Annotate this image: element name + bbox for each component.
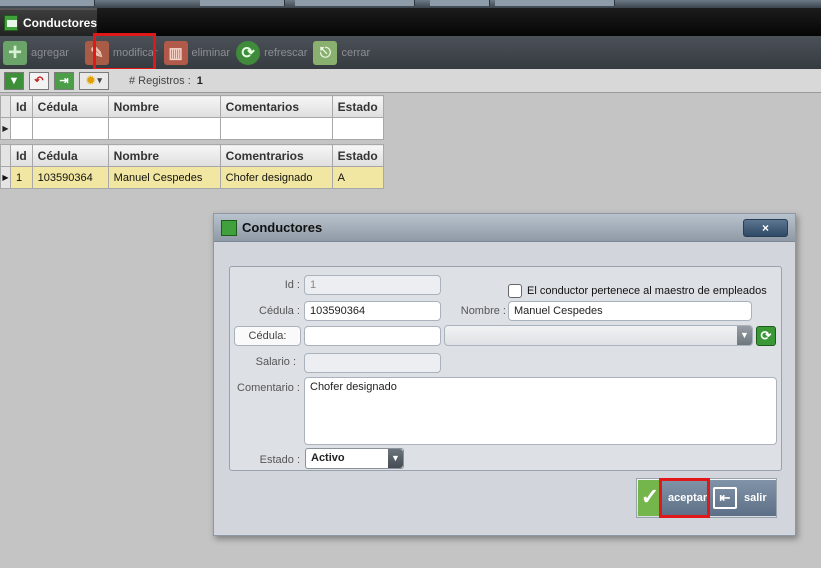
cedula-search-input[interactable] [304, 326, 441, 346]
top-window-strip [0, 0, 821, 8]
id-label: Id : [284, 279, 300, 291]
employee-checkbox-label: El conductor pertenece al maestro de emp… [527, 285, 767, 297]
cedula-label: Cédula : [259, 305, 300, 317]
col-header-estado[interactable]: Estado [331, 144, 384, 167]
tab-title: Conductores [22, 16, 97, 30]
cell-cedula[interactable]: 103590364 [31, 166, 109, 189]
comentario-label: Comentario : [237, 382, 300, 394]
records-label: # Registros : [129, 74, 191, 87]
browser-tab[interactable] [295, 0, 415, 6]
exit-door-icon: ⎋ [313, 40, 338, 65]
delete-button[interactable]: ▥ eliminar [161, 36, 234, 69]
close-label: cerrar [341, 46, 371, 59]
employee-combo[interactable]: ▼ [444, 325, 753, 346]
export-icon[interactable]: ⇥ [54, 71, 74, 90]
browser-tab[interactable] [200, 0, 285, 6]
title-bar [0, 8, 821, 36]
plus-icon: + [3, 39, 27, 66]
filter-cell-nombre[interactable] [107, 117, 221, 140]
chevron-down-icon[interactable]: ▼ [388, 449, 403, 468]
filter-icon[interactable]: ▼ [4, 71, 24, 90]
cell-estado[interactable]: A [331, 166, 384, 189]
highlight-box-aceptar [659, 478, 710, 518]
highlight-box-modificar [93, 33, 156, 71]
cell-comentarios[interactable]: Chofer designado [219, 166, 333, 189]
row-marker-header [0, 144, 11, 167]
lightbulb-icon[interactable]: ✹ [79, 71, 109, 90]
comentario-textarea[interactable]: Chofer designado [304, 377, 777, 445]
chevron-down-icon[interactable]: ▼ [737, 326, 752, 345]
row-pointer-icon: ▶ [0, 166, 11, 189]
estado-label: Estado : [259, 454, 300, 466]
app-icon [4, 15, 18, 31]
refresh-label: refrescar [264, 46, 308, 59]
salario-field[interactable] [304, 353, 441, 373]
add-button[interactable]: + agregar [0, 36, 72, 69]
cell-id[interactable]: 1 [10, 166, 33, 189]
delete-label: eliminar [191, 46, 231, 59]
filter-row[interactable]: ▶ [0, 117, 384, 140]
cedula-field[interactable]: 103590364 [304, 301, 441, 321]
refresh-icon: ⟳ [236, 40, 261, 65]
filter-grid: Id Cédula Nombre Comentarios Estado ▶ [0, 95, 384, 140]
table-row[interactable]: ▶ 1 103590364 Manuel Cespedes Chofer des… [0, 166, 384, 189]
close-button[interactable]: ⎋ cerrar [310, 36, 373, 69]
grid-toolbar: ▼ ↶ ⇥ ✹ # Registros : 1 [0, 69, 821, 93]
col-header-estado[interactable]: Estado [331, 95, 384, 118]
estado-select[interactable]: Activo ▼ [305, 448, 404, 469]
estado-value: Activo [311, 452, 345, 464]
cedula-search-label[interactable]: Cédula: [234, 326, 301, 346]
dialog-close-button[interactable]: × [743, 219, 788, 237]
app-icon [221, 219, 237, 236]
col-header-id[interactable]: Id [10, 95, 33, 118]
dialog-title: Conductores [242, 220, 323, 235]
col-header-cedula[interactable]: Cédula [31, 95, 109, 118]
col-header-nombre[interactable]: Nombre [107, 144, 221, 167]
dialog-header[interactable]: Conductores × [214, 214, 795, 242]
id-field: 1 [304, 275, 441, 295]
row-marker-header [0, 95, 11, 118]
employee-refresh-button[interactable]: ⟳ [756, 326, 776, 346]
col-header-cedula[interactable]: Cédula [31, 144, 109, 167]
salario-label: Salario : [255, 356, 296, 368]
browser-tab[interactable] [495, 0, 615, 6]
exit-button[interactable]: ⇤ salir [710, 480, 776, 516]
filter-cell-cedula[interactable] [31, 117, 109, 140]
row-pointer-icon: ▶ [0, 117, 11, 140]
nombre-label: Nombre : [460, 305, 506, 317]
data-grid: Id Cédula Nombre Comentrarios Estado ▶ 1… [0, 144, 384, 189]
col-header-nombre[interactable]: Nombre [107, 95, 221, 118]
browser-tab[interactable] [430, 0, 490, 6]
undo-icon[interactable]: ↶ [29, 71, 49, 90]
trash-icon: ▥ [163, 40, 188, 65]
records-count: 1 [196, 74, 203, 87]
tab-conductores[interactable]: Conductores [0, 8, 97, 36]
refresh-button[interactable]: ⟳ refrescar [233, 36, 310, 69]
filter-cell-comentarios[interactable] [219, 117, 333, 140]
add-label: agregar [31, 46, 69, 59]
col-header-comentarios[interactable]: Comentarios [219, 95, 333, 118]
cell-nombre[interactable]: Manuel Cespedes [107, 166, 221, 189]
col-header-id[interactable]: Id [10, 144, 33, 167]
browser-tab[interactable] [0, 0, 95, 6]
nombre-field[interactable]: Manuel Cespedes [508, 301, 752, 321]
employee-checkbox[interactable] [508, 284, 522, 298]
col-header-comentrarios[interactable]: Comentrarios [219, 144, 333, 167]
filter-cell-estado[interactable] [331, 117, 384, 140]
filter-cell-id[interactable] [10, 117, 33, 140]
exit-label: salir [744, 492, 767, 504]
exit-icon: ⇤ [713, 487, 737, 509]
